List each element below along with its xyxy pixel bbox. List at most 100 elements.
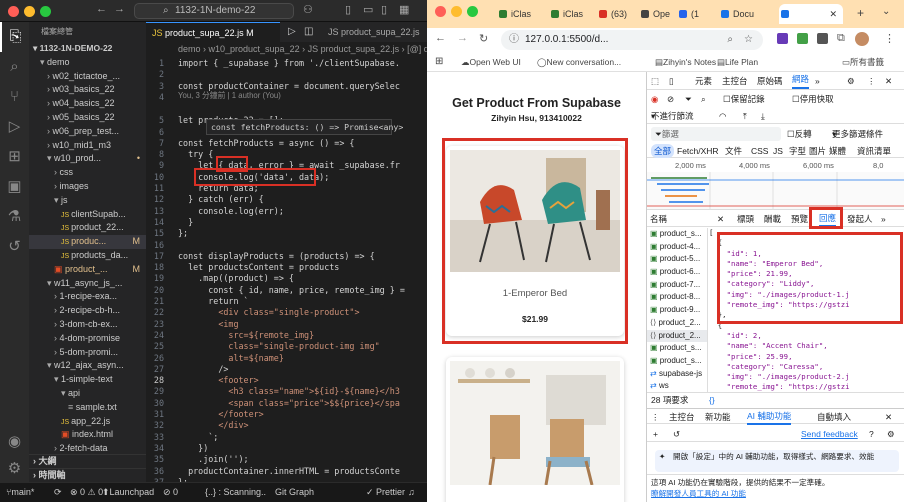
request-row[interactable]: ▣ product-9... [647, 304, 707, 317]
format-icon[interactable]: {} [709, 393, 715, 407]
history-icon[interactable]: ↺ [673, 426, 680, 442]
drawer-tab-whats-new[interactable]: 新功能 [705, 409, 731, 425]
explorer-icon[interactable]: ⎘ [0, 22, 29, 52]
tree-item[interactable]: ▣ index.html [29, 428, 146, 442]
sync-icon[interactable]: ⟳ [54, 483, 62, 502]
help-icon[interactable]: ? [869, 426, 874, 442]
more-tabs-icon[interactable]: » [815, 72, 820, 90]
settings-gear-icon[interactable]: ⚙ [0, 454, 29, 484]
more-options-icon[interactable]: ⋮ [867, 72, 876, 90]
testing-icon[interactable]: ⚗ [0, 202, 29, 232]
browser-tab[interactable]: iClas [497, 4, 537, 24]
back-arrow-icon[interactable]: ← [96, 3, 107, 15]
extension-icon[interactable] [777, 33, 788, 44]
chrome-minimize-button[interactable] [451, 6, 462, 17]
filter-input[interactable]: ⏷ 篩選 [651, 127, 781, 141]
account-icon[interactable]: ◉ [0, 427, 29, 457]
tree-item[interactable]: › 2-recipe-cb-h... [29, 304, 146, 318]
tab-search-icon[interactable]: ⌄ [882, 6, 890, 17]
layout-sidebar-icon[interactable]: ▯ [345, 3, 351, 16]
device-toolbar-icon[interactable]: ▯ [669, 72, 674, 90]
tree-item[interactable]: ▾ demo [29, 56, 146, 70]
tree-item[interactable]: ▾ 1-simple-text [29, 373, 146, 387]
settings-icon[interactable]: ⚙ [887, 426, 895, 442]
close-window-button[interactable] [8, 6, 19, 17]
zoom-window-button[interactable] [40, 6, 51, 17]
git-graph-status[interactable]: Git Graph [275, 483, 314, 502]
browser-tab[interactable]: Ope [639, 4, 679, 24]
settings-gear-icon[interactable]: ⚙ [847, 72, 855, 90]
chrome-zoom-button[interactable] [467, 6, 478, 17]
forward-arrow-icon[interactable]: → [114, 3, 125, 15]
chrome-menu-icon[interactable]: ⋮ [884, 32, 895, 45]
inspect-element-icon[interactable]: ⬚ [651, 72, 659, 90]
bookmark-new-conversation[interactable]: ◯ New conversation... [537, 52, 621, 72]
tree-item[interactable]: ≡ sample.txt [29, 401, 146, 415]
product-card[interactable] [446, 357, 624, 502]
zoom-icon[interactable]: ⌕ [727, 30, 733, 50]
type-filter-1[interactable]: Fetch/XHR [677, 144, 719, 158]
tree-item[interactable]: ▾ w12_ajax_asyn... [29, 359, 146, 373]
request-row[interactable]: ⇄ ws [647, 380, 707, 392]
browser-tab[interactable]: iClas [549, 4, 589, 24]
type-filter-2[interactable]: 文件 [725, 144, 742, 158]
invert-checkbox[interactable]: ☐ 反轉 [787, 126, 812, 142]
browser-tab[interactable]: Docu [719, 4, 759, 24]
tree-item[interactable]: › w04_basics_22 [29, 97, 146, 111]
live-share-icon[interactable]: ↺ [0, 232, 29, 262]
bookmark-open-web-ui[interactable]: ☁ Open Web UI [461, 52, 521, 72]
type-filter-7[interactable]: 媒體 [829, 144, 846, 158]
type-filter-4[interactable]: JS [773, 144, 783, 158]
request-row[interactable]: ▣ product-8... [647, 291, 707, 304]
bookmark-star-icon[interactable]: ☆ [744, 30, 753, 50]
wifi-icon[interactable]: ◠ [719, 108, 726, 124]
prettier-status[interactable]: ✓ Prettier [366, 483, 405, 502]
close-drawer-icon[interactable]: ✕ [885, 409, 892, 425]
type-filter-6[interactable]: 圖片 [809, 144, 826, 158]
notifications-bell-icon[interactable]: ♫ [408, 483, 415, 502]
tree-item[interactable]: › 3-dom-cb-ex... [29, 318, 146, 332]
tab-elements[interactable]: 元素 [695, 72, 712, 90]
tab-headers[interactable]: 標頭 [737, 211, 754, 227]
profile-avatar[interactable] [855, 32, 869, 46]
run-icon[interactable]: ▷ [288, 26, 296, 37]
column-name[interactable]: 名稱 [650, 211, 667, 227]
type-filter-8[interactable]: 資訊清單 [857, 144, 891, 158]
disable-cache-checkbox[interactable]: ☐ 停用快取 [792, 91, 834, 107]
tree-item[interactable]: JS app_22.js [29, 415, 146, 429]
tab-product-supa[interactable]: JS product_supa_22.js M [146, 22, 280, 42]
project-root[interactable]: ▾ 1132-1N-DEMO-22 [29, 42, 146, 56]
record-icon[interactable]: ◉ [651, 91, 658, 107]
tree-item[interactable]: › w03_basics_22 [29, 83, 146, 97]
all-bookmarks[interactable]: ▭ 所有書籤 [842, 52, 884, 72]
tab-product-supa-2[interactable]: JS product_supa_22.js [322, 22, 427, 42]
search-view-icon[interactable]: ⌕ [0, 52, 29, 82]
launchpad-status[interactable]: ⬆ Launchpad [102, 483, 154, 502]
close-detail-icon[interactable]: ✕ [717, 211, 724, 227]
apps-grid-icon[interactable]: ⊞ [435, 52, 443, 72]
tree-item[interactable]: JS products_da... [29, 249, 146, 263]
browser-tab[interactable]: (1 [677, 4, 717, 24]
filter-icon[interactable]: ⏷ [685, 91, 692, 107]
new-chat-icon[interactable]: + [653, 426, 658, 442]
reload-icon[interactable]: ↻ [479, 32, 488, 45]
problems-status[interactable]: ⊗ 0 ⚠ 0 [70, 483, 103, 502]
browser-tab[interactable]: ✕ [779, 4, 843, 24]
browser-tab[interactable]: (63) [597, 4, 637, 24]
search-icon[interactable]: ⌕ [701, 91, 706, 107]
tree-item[interactable]: › images [29, 180, 146, 194]
request-row[interactable]: ▣ product-4... [647, 241, 707, 254]
url-bar[interactable]: ⓘ 127.0.0.1:5500/d... ⌕ ☆ [501, 30, 763, 50]
request-row[interactable]: ▣ product_s... [647, 342, 707, 355]
extensions-icon[interactable]: ⊞ [0, 142, 29, 172]
tree-item[interactable]: ▾ w11_async_js_... [29, 277, 146, 291]
tree-item[interactable]: › w02_tictactoe_... [29, 70, 146, 84]
tree-item[interactable]: JS produc... M [29, 235, 146, 249]
tree-item[interactable]: › w06_prep_test... [29, 125, 146, 139]
breadcrumb[interactable]: demo › w10_product_supa_22 › JS product_… [146, 42, 427, 56]
send-feedback-link[interactable]: Send feedback [801, 426, 858, 442]
drawer-tab-autofill[interactable]: 自動填入 [817, 409, 851, 425]
type-filter-0[interactable]: 全部 [651, 144, 675, 158]
ports-status[interactable]: ⊘ 0 [163, 483, 178, 502]
tree-item[interactable]: › w10_mid1_m3 [29, 139, 146, 153]
